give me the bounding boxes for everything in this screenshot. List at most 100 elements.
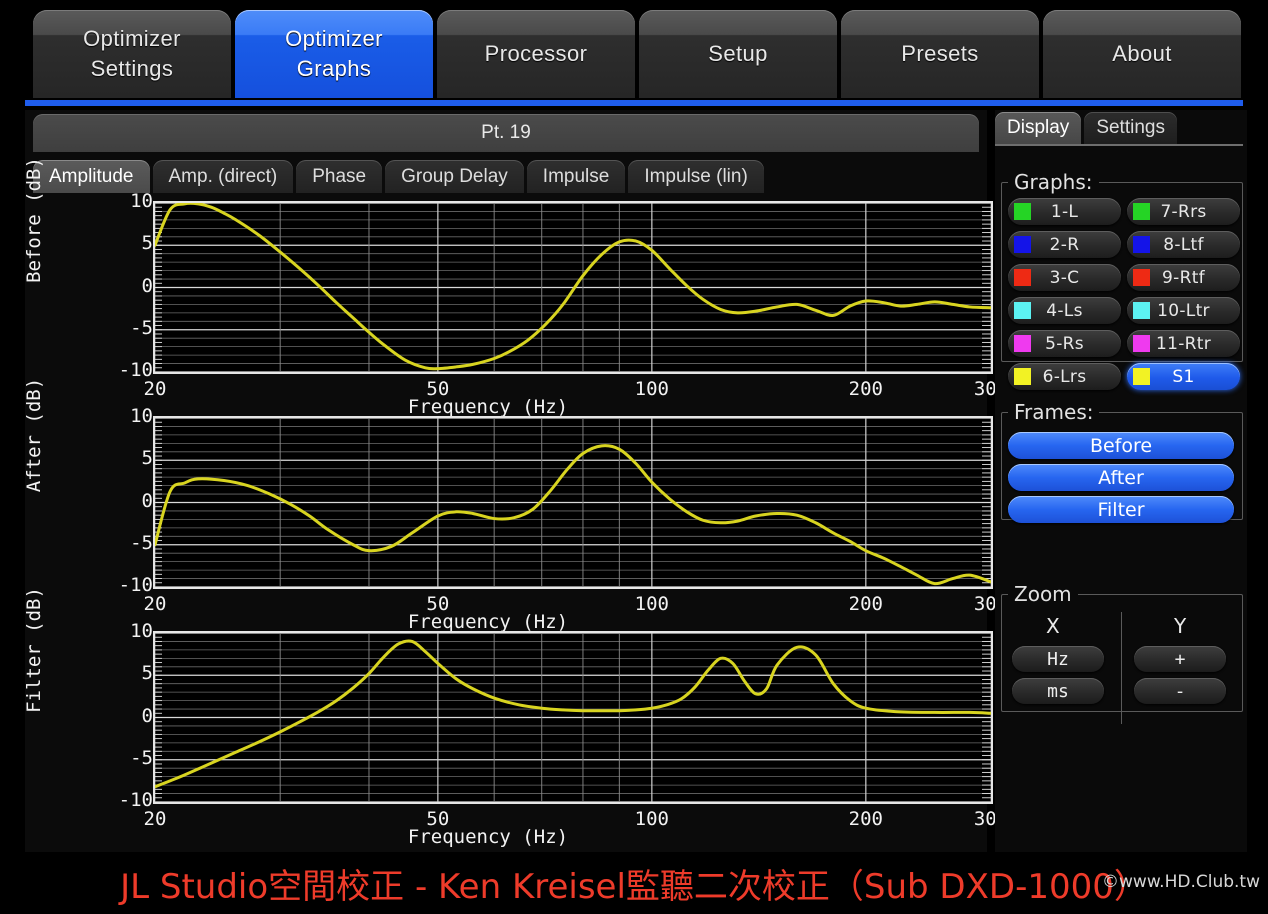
graph-channel-label: 8-Ltf bbox=[1163, 234, 1204, 255]
side-panel-tabs: Display Settings bbox=[995, 112, 1177, 144]
top-tab-label-line2: Graphs bbox=[296, 56, 372, 81]
graph-channel-label: 5-Rs bbox=[1045, 333, 1084, 354]
side-panel: Display Settings Graphs: 1-L 7-Rrs 2-R 8-Ltf… bbox=[995, 110, 1247, 852]
zoom-x-button-ms[interactable]: ms bbox=[1012, 678, 1104, 704]
top-tab-setup[interactable]: Setup bbox=[639, 10, 837, 98]
chart-y-tick-label: 10 bbox=[130, 620, 153, 642]
frames-group: Frames: Before After Filter bbox=[1001, 400, 1243, 523]
graph-tab-group-delay[interactable]: Group Delay bbox=[385, 160, 524, 193]
color-swatch-icon bbox=[1014, 236, 1031, 253]
zoom-x-button-hz[interactable]: Hz bbox=[1012, 646, 1104, 672]
zoom-y-button-decrease[interactable]: - bbox=[1134, 678, 1226, 704]
color-swatch-icon bbox=[1133, 203, 1150, 220]
top-tabs: Optimizer Settings Optimizer Graphs Processo… bbox=[33, 10, 1241, 98]
zoom-x-button-label: Hz bbox=[1047, 648, 1069, 670]
side-tab-underline bbox=[995, 144, 1243, 146]
top-tab-about[interactable]: About bbox=[1043, 10, 1241, 98]
graph-channel-label: 3-C bbox=[1049, 267, 1080, 288]
frame-button-label: After bbox=[1098, 466, 1144, 489]
side-tab-settings[interactable]: Settings bbox=[1084, 112, 1177, 144]
frame-button-before[interactable]: Before bbox=[1008, 432, 1234, 459]
point-title: Pt. 19 bbox=[33, 114, 979, 152]
chart-y-tick-label: 0 bbox=[141, 274, 153, 297]
zoom-y-header: Y bbox=[1174, 614, 1187, 638]
graph-tab-label: Amplitude bbox=[49, 165, 134, 187]
color-swatch-icon bbox=[1133, 236, 1150, 253]
graph-tab-amp-direct[interactable]: Amp. (direct) bbox=[152, 160, 294, 193]
top-tab-label-line1: Optimizer bbox=[285, 26, 383, 51]
graph-channel-button-10-ltr[interactable]: 10-Ltr bbox=[1127, 297, 1240, 324]
frame-button-after[interactable]: After bbox=[1008, 464, 1234, 491]
zoom-x-button-label: ms bbox=[1047, 680, 1069, 702]
zoom-group-legend: Zoom bbox=[1014, 582, 1072, 606]
side-tab-label: Display bbox=[1007, 117, 1070, 138]
chart-y-tick-label: -5 bbox=[130, 746, 153, 769]
chart-y-axis-title: After (dB) bbox=[23, 377, 45, 493]
top-tab-label-line1: About bbox=[1112, 41, 1172, 66]
top-tab-label-line1: Processor bbox=[484, 41, 588, 66]
graph-channel-button-11-rtr[interactable]: 11-Rtr bbox=[1127, 330, 1240, 357]
zoom-group: Zoom X Y Hz ms + - bbox=[1001, 582, 1243, 724]
graphs-group-legend: Graphs: bbox=[1014, 170, 1093, 194]
graph-channel-label: 9-Rtf bbox=[1162, 267, 1205, 288]
chart-x-axis-title: Frequency (Hz) bbox=[407, 826, 569, 848]
color-swatch-icon bbox=[1014, 269, 1031, 286]
chart-y-tick-label: -5 bbox=[130, 531, 153, 554]
chart-x-tick-label: 200 bbox=[848, 378, 883, 400]
top-tab-presets[interactable]: Presets bbox=[841, 10, 1039, 98]
graph-channel-label: 1-L bbox=[1050, 201, 1079, 222]
graph-channel-button-4-ls[interactable]: 4-Ls bbox=[1008, 297, 1121, 324]
chart-y-tick-label: -5 bbox=[130, 316, 153, 339]
chart-plot-area[interactable] bbox=[153, 201, 993, 374]
color-swatch-icon bbox=[1133, 269, 1150, 286]
chart-plot-area[interactable] bbox=[153, 416, 993, 589]
chart-before: Before (dB) -10 -5 0 5 10 20 50 100 200 300 Frequen… bbox=[23, 157, 1008, 418]
side-tab-display[interactable]: Display bbox=[995, 112, 1082, 144]
color-swatch-icon bbox=[1014, 368, 1031, 385]
top-tab-optimizer-settings[interactable]: Optimizer Settings bbox=[33, 10, 231, 98]
graph-channel-button-7-rrs[interactable]: 7-Rrs bbox=[1127, 198, 1240, 225]
graph-tab-impulse[interactable]: Impulse bbox=[526, 160, 626, 193]
frame-button-filter[interactable]: Filter bbox=[1008, 496, 1234, 523]
zoom-y-button-label: - bbox=[1174, 680, 1186, 702]
graph-channel-button-s1[interactable]: S1 bbox=[1127, 363, 1240, 390]
graph-channel-button-8-ltf[interactable]: 8-Ltf bbox=[1127, 231, 1240, 258]
top-tab-label-line1: Setup bbox=[708, 41, 768, 66]
zoom-y-button-label: + bbox=[1174, 648, 1186, 670]
graph-tab-label: Phase bbox=[312, 165, 367, 187]
zoom-x-header: X bbox=[1046, 614, 1060, 638]
chart-y-ticks: -10 -5 0 5 10 bbox=[95, 405, 153, 596]
graph-channel-label: 7-Rrs bbox=[1160, 201, 1207, 222]
graph-tab-phase[interactable]: Phase bbox=[296, 160, 383, 193]
graph-channel-label: 11-Rtr bbox=[1155, 333, 1212, 354]
frames-group-legend: Frames: bbox=[1014, 400, 1094, 424]
zoom-y-button-increase[interactable]: + bbox=[1134, 646, 1226, 672]
graph-channel-button-3-c[interactable]: 3-C bbox=[1008, 264, 1121, 291]
chart-filter: Filter (dB) -10 -5 0 5 10 20 50 100 200 300 Frequen… bbox=[23, 587, 1008, 848]
chart-y-axis-title: Before (dB) bbox=[23, 157, 45, 283]
chart-x-tick-label: 20 bbox=[143, 378, 167, 400]
graph-tab-label: Group Delay bbox=[401, 165, 508, 187]
tab-underline bbox=[25, 100, 1243, 106]
chart-y-tick-label: 5 bbox=[141, 447, 153, 470]
top-tab-label-line2: Settings bbox=[90, 56, 174, 81]
graph-channel-button-1-l[interactable]: 1-L bbox=[1008, 198, 1121, 225]
chart-after: After (dB) -10 -5 0 5 10 20 50 100 200 300 Frequenc… bbox=[23, 378, 1008, 633]
graph-channel-button-6-lrs[interactable]: 6-Lrs bbox=[1008, 363, 1121, 390]
graph-channel-button-5-rs[interactable]: 5-Rs bbox=[1008, 330, 1121, 357]
graph-channel-button-9-rtf[interactable]: 9-Rtf bbox=[1127, 264, 1240, 291]
zoom-divider bbox=[1121, 612, 1122, 724]
chart-x-tick-label: 20 bbox=[143, 808, 167, 830]
chart-y-tick-label: 5 bbox=[141, 662, 153, 685]
graph-panel: Pt. 19 Amplitude Amp. (direct) Phase Group … bbox=[23, 110, 1008, 852]
top-tab-optimizer-graphs[interactable]: Optimizer Graphs bbox=[235, 10, 433, 98]
chart-x-tick-label: 100 bbox=[634, 808, 670, 830]
color-swatch-icon bbox=[1133, 335, 1150, 352]
app-window: Optimizer Settings Optimizer Graphs Processo… bbox=[0, 0, 1268, 914]
top-tab-label-line1: Optimizer bbox=[83, 26, 181, 51]
top-tab-processor[interactable]: Processor bbox=[437, 10, 635, 98]
chart-plot-area[interactable] bbox=[153, 631, 993, 804]
graph-tab-impulse-lin[interactable]: Impulse (lin) bbox=[628, 160, 764, 193]
graph-channel-button-2-r[interactable]: 2-R bbox=[1008, 231, 1121, 258]
graph-tab-amplitude[interactable]: Amplitude bbox=[33, 160, 150, 193]
